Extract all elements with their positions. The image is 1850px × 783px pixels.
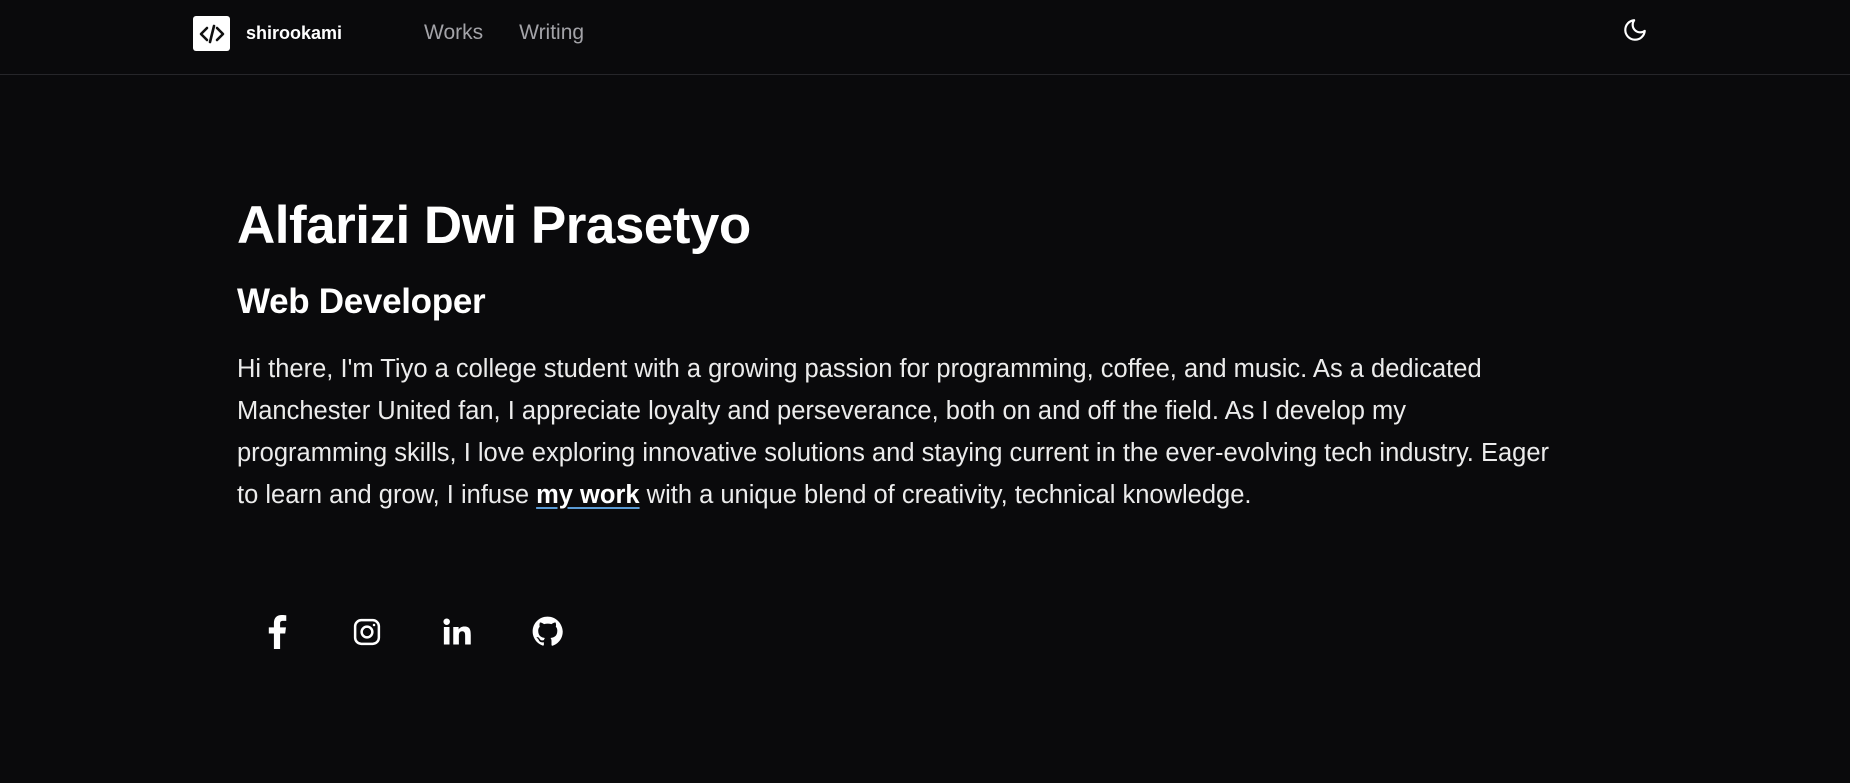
facebook-icon — [266, 614, 288, 654]
hero-name: Alfarizi Dwi Prasetyo — [237, 196, 751, 255]
linkedin-icon — [442, 617, 472, 652]
my-work-link[interactable]: my work — [536, 481, 639, 509]
facebook-link[interactable] — [237, 606, 317, 662]
instagram-icon — [352, 617, 382, 652]
brand-name: shirookami — [246, 23, 343, 43]
nav-writing-link[interactable]: Writing — [519, 19, 584, 47]
hero-section: Alfarizi Dwi Prasetyo Web Developer Hi t… — [237, 190, 1557, 516]
bio-text-after: with a unique blend of creativity, techn… — [639, 481, 1252, 509]
social-links — [237, 606, 597, 662]
moon-icon — [1622, 17, 1648, 48]
hero-role: Web Developer — [237, 282, 486, 321]
github-link[interactable] — [507, 606, 587, 662]
theme-toggle-button[interactable] — [1618, 15, 1652, 49]
linkedin-link[interactable] — [417, 606, 497, 662]
top-navbar: shirookami Works Writing — [0, 0, 1850, 75]
github-icon — [532, 616, 563, 652]
instagram-link[interactable] — [327, 606, 407, 662]
hero-bio: Hi there, I'm Tiyo a college student wit… — [237, 348, 1557, 516]
nav-works-link[interactable]: Works — [424, 19, 483, 47]
code-icon — [193, 16, 230, 51]
main-nav: Works Writing — [424, 19, 584, 47]
brand-link[interactable]: shirookami — [193, 16, 342, 51]
